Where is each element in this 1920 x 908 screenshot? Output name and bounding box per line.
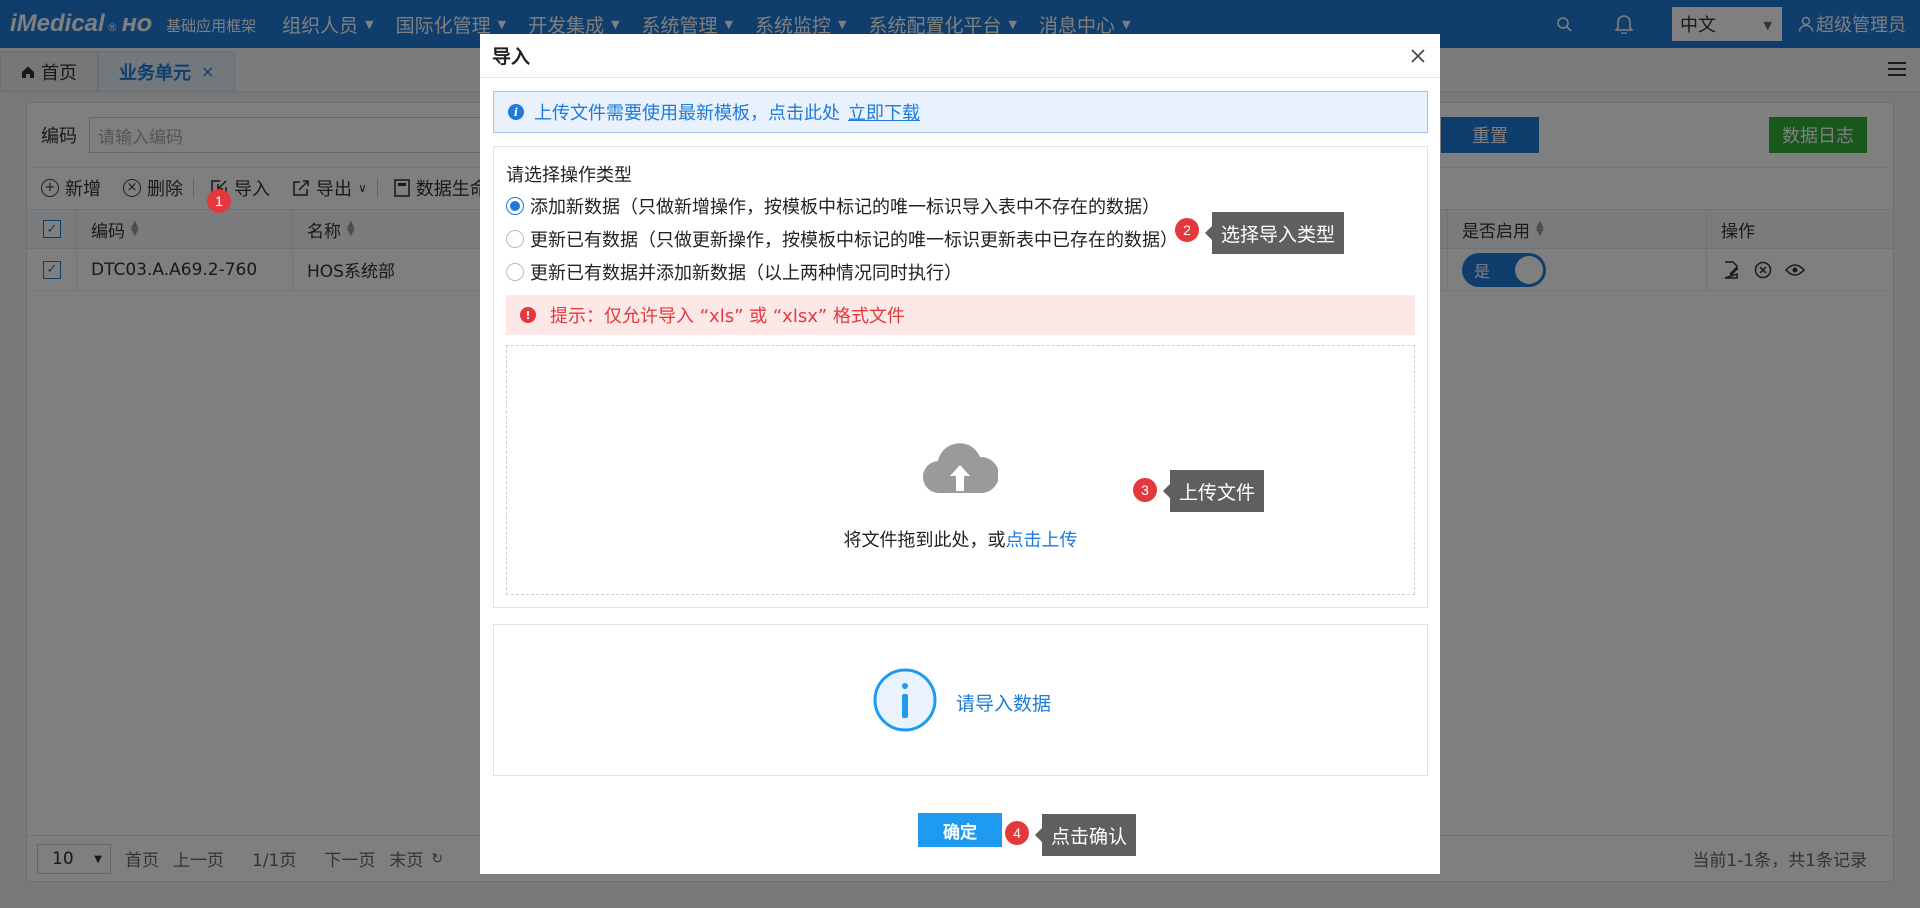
step-tooltip-4: 点击确认 <box>1034 814 1137 856</box>
dialog-title: 导入 <box>492 46 531 68</box>
drop-instructions: 将文件拖到此处，或点击上传 <box>507 526 1414 552</box>
warning-text: 提示：仅允许导入 “xls” 或 “xlsx” 格式文件 <box>550 306 905 327</box>
notice-text: 上传文件需要使用最新模板，点击此处 <box>534 103 840 124</box>
radio-update-existing[interactable]: 更新已有数据（只做更新操作，按模板中标记的唯一标识更新表中已存在的数据） <box>506 226 1178 252</box>
radio-update-and-add[interactable]: 更新已有数据并添加新数据（以上两种情况同时执行） <box>506 259 962 285</box>
step-badge-2: 2 <box>1175 218 1199 242</box>
operation-type-title: 请选择操作类型 <box>506 165 632 186</box>
file-drop-zone[interactable]: 将文件拖到此处，或点击上传 <box>506 345 1415 595</box>
radio-button-selected[interactable] <box>506 197 524 215</box>
step-badge-4: 4 <box>1005 821 1029 845</box>
info-circle-icon <box>872 667 938 738</box>
confirm-button[interactable]: 确定 <box>918 813 1002 847</box>
radio-label: 更新已有数据（只做更新操作，按模板中标记的唯一标识更新表中已存在的数据） <box>530 230 1178 251</box>
radio-add-new[interactable]: 添加新数据（只做新增操作，按模板中标记的唯一标识导入表中不存在的数据） <box>506 193 1160 219</box>
step-tooltip-2: 选择导入类型 <box>1204 212 1345 254</box>
radio-button[interactable] <box>506 230 524 248</box>
step-badge-3: 3 <box>1133 478 1157 502</box>
info-icon: i <box>508 104 524 120</box>
dialog-header: 导入 <box>480 34 1440 78</box>
result-message: 请导入数据 <box>956 693 1052 715</box>
click-upload-link[interactable]: 点击上传 <box>1006 530 1078 551</box>
radio-label: 添加新数据（只做新增操作，按模板中标记的唯一标识导入表中不存在的数据） <box>530 197 1160 218</box>
import-result-panel: 请导入数据 <box>493 624 1428 776</box>
template-notice: i 上传文件需要使用最新模板，点击此处 立即下载 <box>493 91 1428 133</box>
radio-button[interactable] <box>506 263 524 281</box>
download-template-link[interactable]: 立即下载 <box>848 99 920 125</box>
file-format-warning: ! 提示：仅允许导入 “xls” 或 “xlsx” 格式文件 <box>506 295 1415 335</box>
cloud-upload-icon <box>922 441 1000 504</box>
import-dialog: 导入 i 上传文件需要使用最新模板，点击此处 立即下载 请选择操作类型 添加新数… <box>480 34 1440 874</box>
warning-icon: ! <box>520 307 536 323</box>
close-icon[interactable] <box>1406 44 1430 68</box>
radio-label: 更新已有数据并添加新数据（以上两种情况同时执行） <box>530 263 962 284</box>
drop-text: 将文件拖到此处，或 <box>843 530 1006 551</box>
step-badge-1: 1 <box>207 189 231 213</box>
step-tooltip-3: 上传文件 <box>1162 470 1265 512</box>
